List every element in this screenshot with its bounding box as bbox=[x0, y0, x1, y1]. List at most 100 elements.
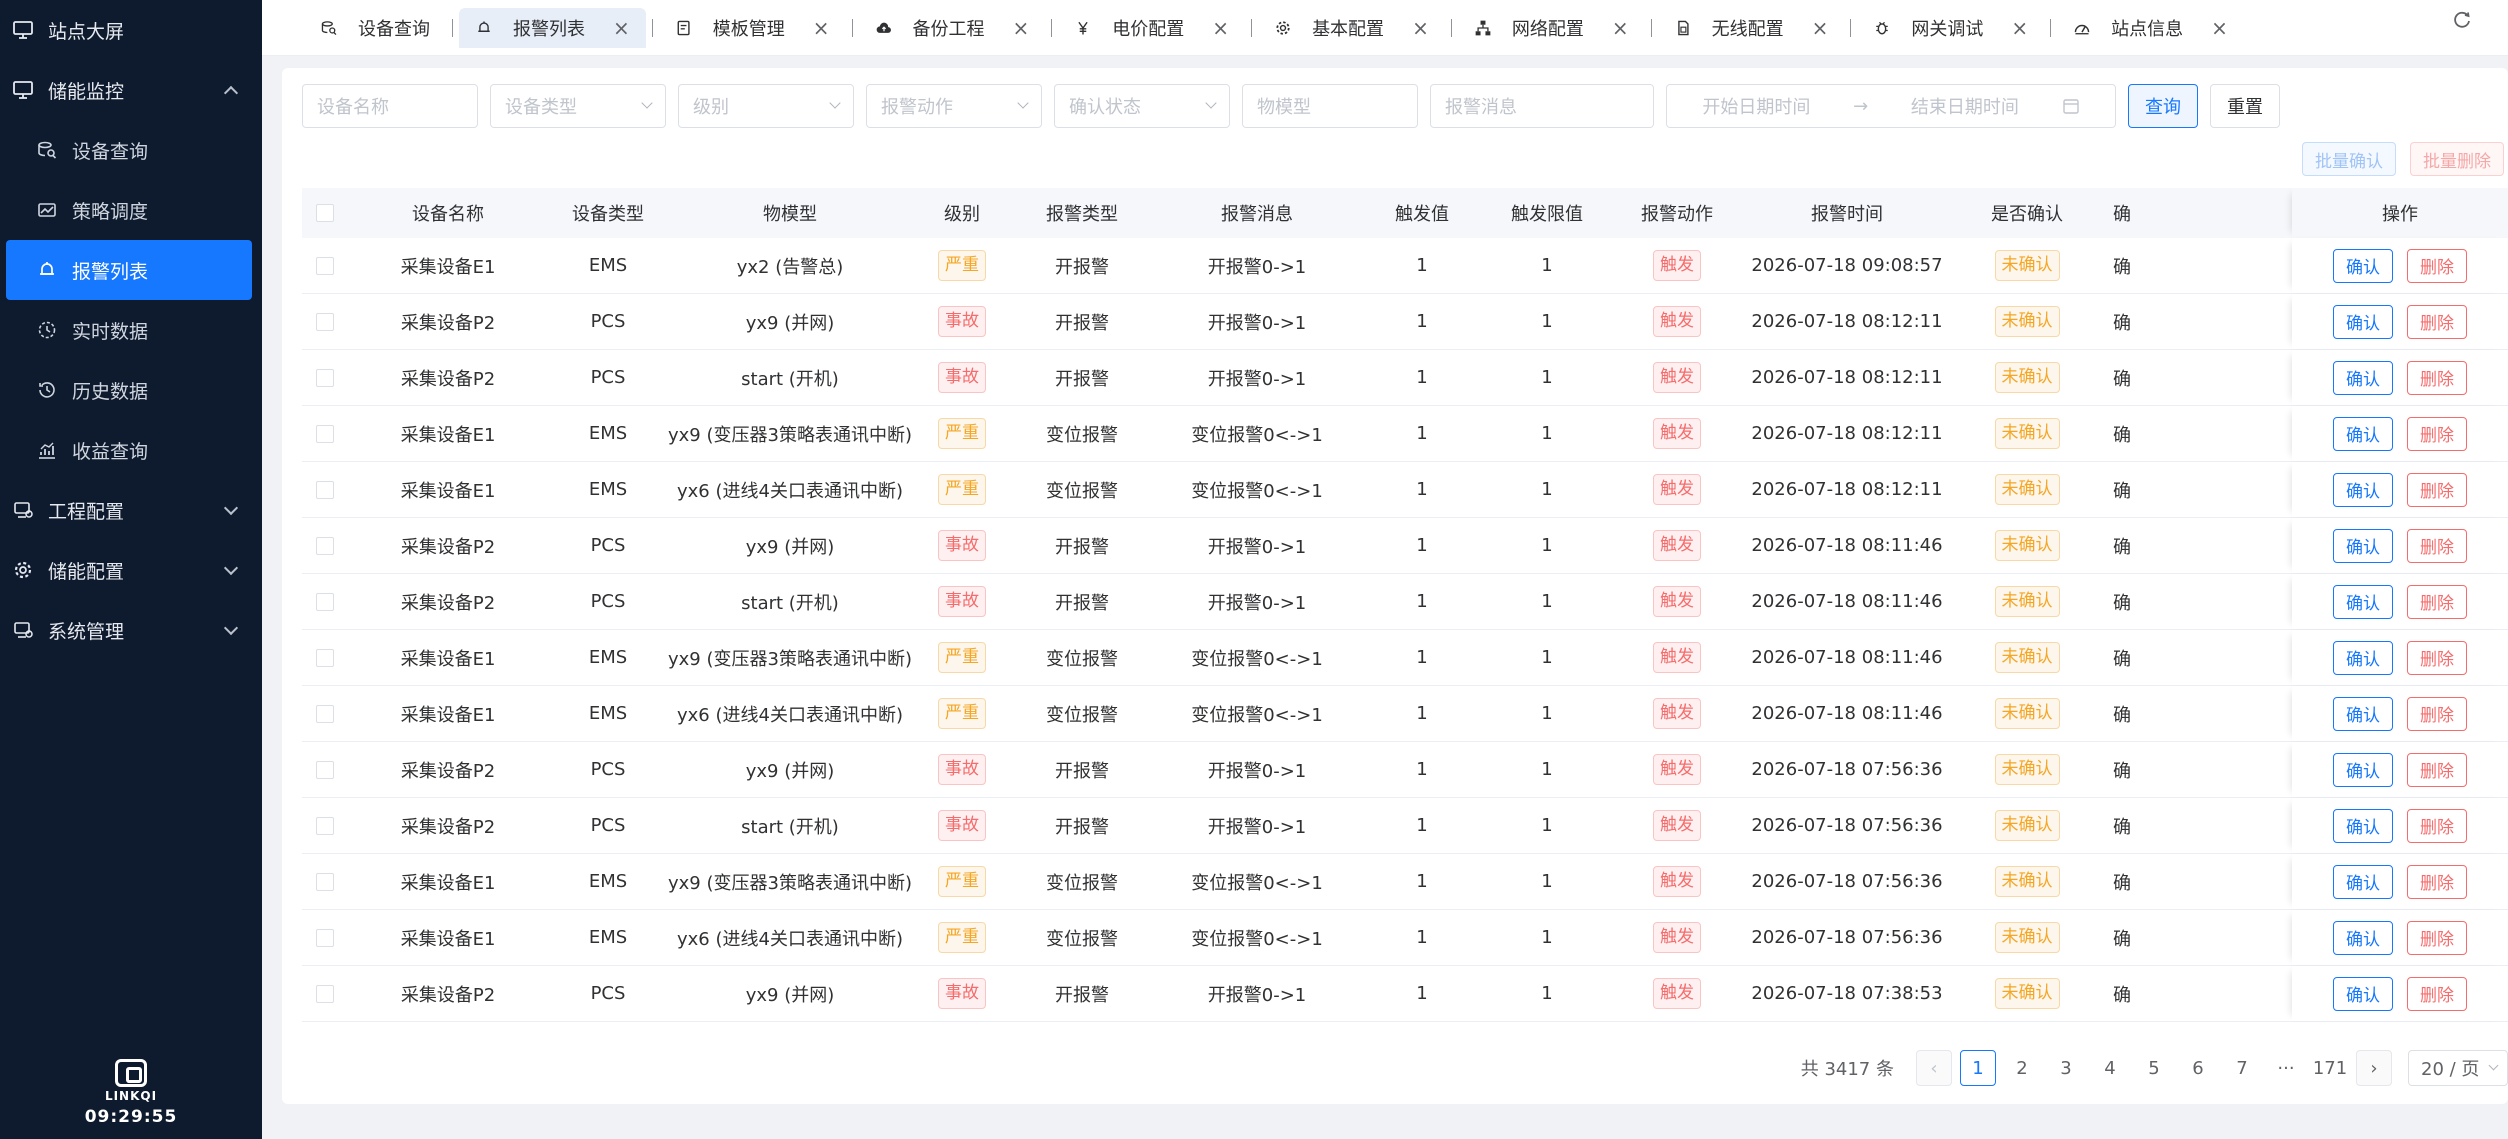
prev-page-button[interactable]: ‹ bbox=[1916, 1050, 1952, 1086]
tab-6[interactable]: 网络配置 × bbox=[1458, 8, 1645, 48]
page-number[interactable]: 7 bbox=[2224, 1050, 2260, 1086]
row-checkbox[interactable] bbox=[316, 928, 334, 947]
delete-button[interactable]: 删除 bbox=[2407, 864, 2467, 899]
confirm-button[interactable]: 确认 bbox=[2333, 360, 2393, 395]
row-checkbox[interactable] bbox=[316, 256, 334, 275]
refresh-icon[interactable] bbox=[2452, 10, 2472, 30]
delete-button[interactable]: 删除 bbox=[2407, 696, 2467, 731]
row-checkbox[interactable] bbox=[316, 648, 334, 667]
confirm-button[interactable]: 确认 bbox=[2333, 640, 2393, 675]
page-number[interactable]: 1 bbox=[1960, 1050, 1996, 1086]
row-checkbox[interactable] bbox=[316, 424, 334, 443]
close-icon[interactable]: × bbox=[1612, 18, 1629, 38]
alarm-message-input[interactable]: 报警消息 bbox=[1430, 84, 1654, 128]
row-checkbox[interactable] bbox=[316, 368, 334, 387]
level-select[interactable]: 级别 bbox=[678, 84, 854, 128]
query-button[interactable]: 查询 bbox=[2128, 84, 2198, 128]
page-number[interactable]: 3 bbox=[2048, 1050, 2084, 1086]
confirm-button[interactable]: 确认 bbox=[2333, 416, 2393, 451]
select-all-checkbox[interactable] bbox=[316, 204, 334, 222]
delete-button[interactable]: 删除 bbox=[2407, 528, 2467, 563]
alarm-action-select[interactable]: 报警动作 bbox=[866, 84, 1042, 128]
row-checkbox[interactable] bbox=[316, 816, 334, 835]
batch-delete-button[interactable]: 批量删除 bbox=[2410, 142, 2504, 176]
close-icon[interactable]: × bbox=[1013, 18, 1030, 38]
sidebar-item-3[interactable]: 策略调度 bbox=[0, 180, 262, 240]
sidebar-item-4[interactable]: 报警列表 bbox=[6, 240, 252, 300]
tab-1[interactable]: 报警列表 × bbox=[459, 7, 646, 48]
close-icon[interactable]: × bbox=[1812, 18, 1829, 38]
sidebar-item-1[interactable]: 储能监控 bbox=[0, 60, 262, 120]
page-number[interactable]: 6 bbox=[2180, 1050, 2216, 1086]
close-icon[interactable]: × bbox=[1212, 18, 1229, 38]
confirm-button[interactable]: 确认 bbox=[2333, 528, 2393, 563]
page-ellipsis[interactable]: ··· bbox=[2268, 1050, 2304, 1086]
delete-button[interactable]: 删除 bbox=[2407, 584, 2467, 619]
close-icon[interactable]: × bbox=[813, 18, 830, 38]
next-page-button[interactable]: › bbox=[2356, 1050, 2392, 1086]
row-checkbox[interactable] bbox=[316, 984, 334, 1003]
confirm-button[interactable]: 确认 bbox=[2333, 584, 2393, 619]
confirm-button[interactable]: 确认 bbox=[2333, 752, 2393, 787]
sidebar-item-9[interactable]: 储能配置 bbox=[0, 540, 262, 600]
close-icon[interactable]: × bbox=[1412, 18, 1429, 38]
confirm-button[interactable]: 确认 bbox=[2333, 864, 2393, 899]
device-name-input[interactable]: 设备名称 bbox=[302, 84, 478, 128]
page-number[interactable]: 5 bbox=[2136, 1050, 2172, 1086]
device-type-select[interactable]: 设备类型 bbox=[490, 84, 666, 128]
delete-button[interactable]: 删除 bbox=[2407, 976, 2467, 1011]
sidebar-item-2[interactable]: 设备查询 bbox=[0, 120, 262, 180]
tab-5[interactable]: 基本配置 × bbox=[1258, 8, 1445, 48]
cell-alarm-type: 变位报警 bbox=[1046, 480, 1118, 502]
row-checkbox[interactable] bbox=[316, 480, 334, 499]
sidebar-item-7[interactable]: 收益查询 bbox=[0, 420, 262, 480]
delete-button[interactable]: 删除 bbox=[2407, 360, 2467, 395]
sidebar-item-8[interactable]: 工程配置 bbox=[0, 480, 262, 540]
delete-button[interactable]: 删除 bbox=[2407, 920, 2467, 955]
row-checkbox[interactable] bbox=[316, 312, 334, 331]
page-number[interactable]: 2 bbox=[2004, 1050, 2040, 1086]
tab-7[interactable]: 无线配置 × bbox=[1658, 8, 1845, 48]
tab-3[interactable]: 备份工程 × bbox=[859, 8, 1046, 48]
page-number[interactable]: 4 bbox=[2092, 1050, 2128, 1086]
delete-button[interactable]: 删除 bbox=[2407, 640, 2467, 675]
delete-button[interactable]: 删除 bbox=[2407, 472, 2467, 507]
batch-confirm-button[interactable]: 批量确认 bbox=[2302, 142, 2396, 176]
confirm-button[interactable]: 确认 bbox=[2333, 304, 2393, 339]
row-checkbox[interactable] bbox=[316, 704, 334, 723]
delete-button[interactable]: 删除 bbox=[2407, 248, 2467, 283]
confirm-status-select[interactable]: 确认状态 bbox=[1054, 84, 1230, 128]
tab-4[interactable]: 电价配置 × bbox=[1058, 8, 1245, 48]
row-checkbox[interactable] bbox=[316, 536, 334, 555]
date-range-picker[interactable]: 开始日期时间 → 结束日期时间 bbox=[1666, 84, 2116, 128]
tab-0[interactable]: 设备查询 bbox=[304, 8, 446, 48]
row-checkbox[interactable] bbox=[316, 592, 334, 611]
delete-button[interactable]: 删除 bbox=[2407, 752, 2467, 787]
model-input[interactable]: 物模型 bbox=[1242, 84, 1418, 128]
tab-9[interactable]: 站点信息 × bbox=[2057, 8, 2244, 48]
reset-button[interactable]: 重置 bbox=[2210, 84, 2280, 128]
tab-8[interactable]: 网关调试 × bbox=[1857, 8, 2044, 48]
action-tag: 触发 bbox=[1653, 642, 1701, 673]
page-number[interactable]: 171 bbox=[2312, 1050, 2348, 1086]
close-icon[interactable]: × bbox=[2211, 18, 2228, 38]
confirm-button[interactable]: 确认 bbox=[2333, 976, 2393, 1011]
row-checkbox[interactable] bbox=[316, 872, 334, 891]
confirm-button[interactable]: 确认 bbox=[2333, 248, 2393, 283]
close-icon[interactable]: × bbox=[2011, 18, 2028, 38]
tab-2[interactable]: 模板管理 × bbox=[659, 8, 846, 48]
close-icon[interactable]: × bbox=[613, 18, 630, 38]
page-size-select[interactable]: 20 / 页 bbox=[2408, 1050, 2508, 1086]
confirm-button[interactable]: 确认 bbox=[2333, 808, 2393, 843]
delete-button[interactable]: 删除 bbox=[2407, 416, 2467, 451]
sidebar-item-5[interactable]: 实时数据 bbox=[0, 300, 262, 360]
delete-button[interactable]: 删除 bbox=[2407, 304, 2467, 339]
row-checkbox[interactable] bbox=[316, 760, 334, 779]
sidebar-item-10[interactable]: 系统管理 bbox=[0, 600, 262, 660]
sidebar-item-6[interactable]: 历史数据 bbox=[0, 360, 262, 420]
confirm-button[interactable]: 确认 bbox=[2333, 920, 2393, 955]
confirm-button[interactable]: 确认 bbox=[2333, 472, 2393, 507]
confirm-button[interactable]: 确认 bbox=[2333, 696, 2393, 731]
delete-button[interactable]: 删除 bbox=[2407, 808, 2467, 843]
sidebar-item-0[interactable]: 站点大屏 bbox=[0, 0, 262, 60]
